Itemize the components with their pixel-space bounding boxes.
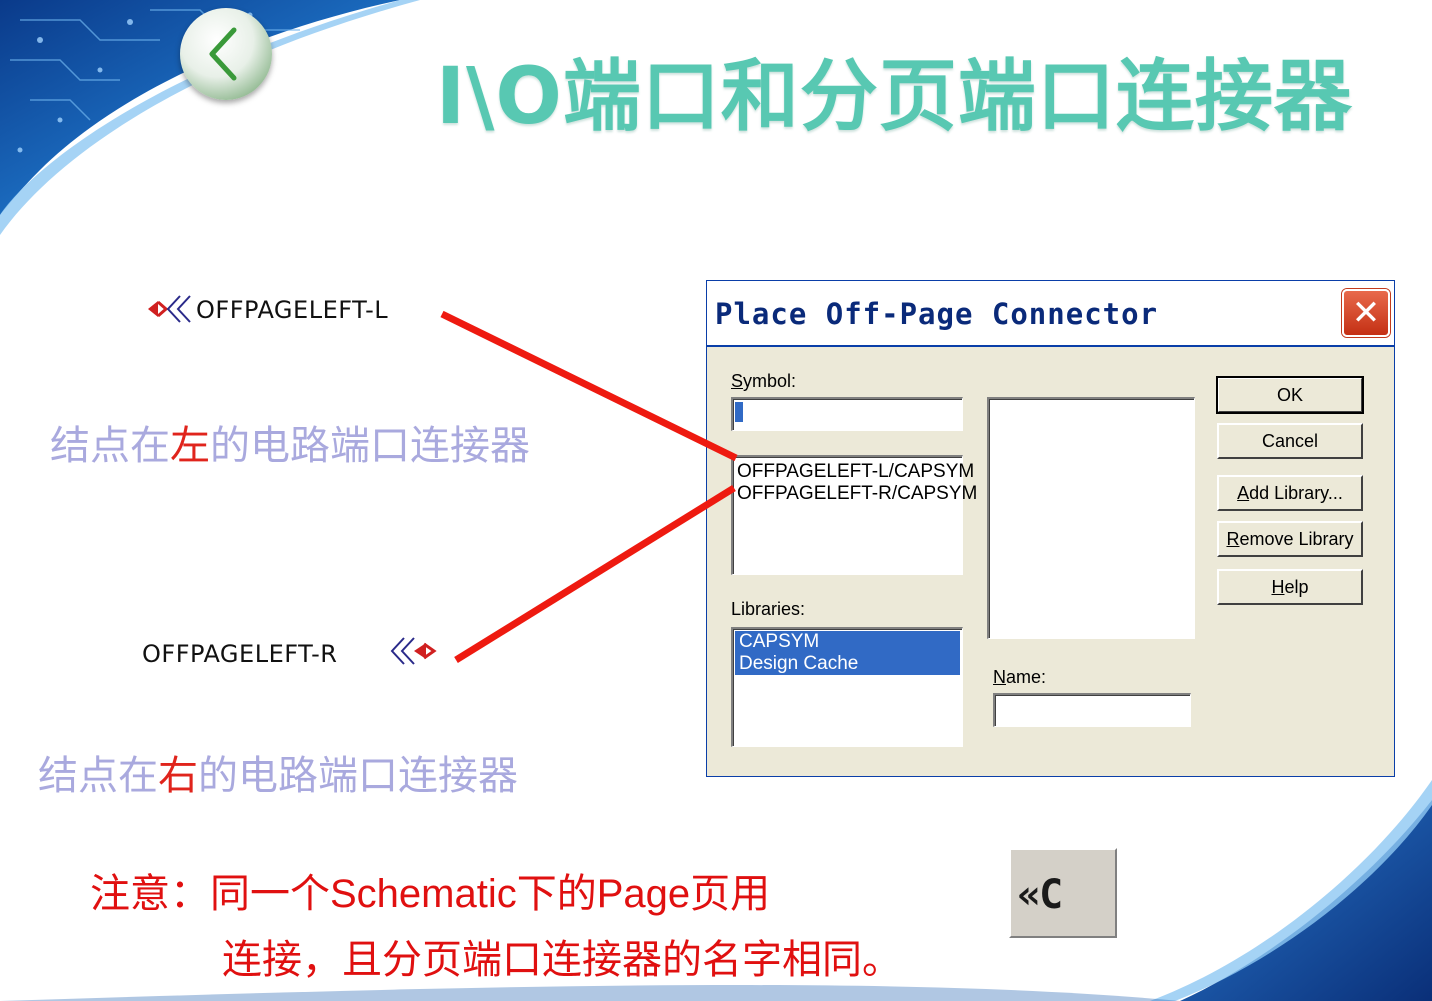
- dialog-body: Symbol: OFFPAGELEFT-L/CAPSYM OFFPAGELEFT…: [707, 345, 1394, 776]
- symbol-input[interactable]: [731, 397, 963, 431]
- cancel-button[interactable]: Cancel: [1217, 423, 1363, 459]
- desc-highlight: 左: [170, 423, 210, 469]
- offpage-connector-right-icon: [390, 637, 437, 665]
- offpage-connector-left-icon: [148, 295, 191, 323]
- text-cursor: [735, 402, 743, 422]
- libraries-label: Libraries:: [731, 599, 806, 619]
- desc-suffix: 的电路端口连接器: [198, 753, 518, 799]
- name-input[interactable]: [993, 693, 1191, 727]
- help-button[interactable]: Help: [1217, 569, 1363, 605]
- dialog-title: Place Off-Page Connector: [715, 297, 1159, 331]
- symbol-list[interactable]: OFFPAGELEFT-L/CAPSYM OFFPAGELEFT-R/CAPSY…: [731, 455, 977, 575]
- note-text: Page: [596, 872, 691, 916]
- library-list-item[interactable]: Design Cache: [735, 653, 960, 675]
- symbol-list-item[interactable]: OFFPAGELEFT-R/CAPSYM: [733, 483, 977, 505]
- dialog-title-bar[interactable]: Place Off-Page Connector ✕: [707, 281, 1394, 345]
- symbol-list-item[interactable]: OFFPAGELEFT-L/CAPSYM: [733, 461, 974, 483]
- note-line-2: 连接，且分页端口连接器的名字相同。: [222, 937, 902, 983]
- back-button[interactable]: [180, 8, 272, 100]
- right-connector-description: 结点在右的电路端口连接器: [38, 756, 518, 796]
- symbol-label: Symbol:: [731, 371, 797, 391]
- desc-suffix: 的电路端口连接器: [210, 423, 530, 469]
- place-offpage-connector-icon: «C: [1017, 872, 1063, 918]
- note-text: 页用: [690, 871, 771, 917]
- desc-highlight: 右: [158, 753, 198, 799]
- add-library-button[interactable]: Add Library...: [1217, 475, 1363, 511]
- library-list-item[interactable]: CAPSYM: [735, 631, 960, 653]
- note-line-1: 注意：同一个Schematic下的Page页用: [90, 874, 770, 914]
- name-label: Name:: [993, 667, 1047, 687]
- note-text: 注意：同一个: [90, 871, 330, 917]
- offpage-left-label: OFFPAGELEFT-L: [196, 296, 389, 324]
- page-title: I\O端口和分页端口连接器: [436, 52, 1353, 142]
- symbol-preview: [987, 397, 1195, 639]
- close-icon: ✕: [1351, 293, 1381, 333]
- note-text: Schematic: [330, 872, 517, 916]
- chevron-left-icon: [209, 27, 237, 81]
- offpage-right-label: OFFPAGELEFT-R: [142, 640, 338, 668]
- libraries-list[interactable]: CAPSYM Design Cache: [731, 627, 963, 747]
- note-text: 下的: [516, 871, 597, 917]
- ok-button[interactable]: OK: [1216, 376, 1364, 414]
- close-button[interactable]: ✕: [1342, 289, 1390, 337]
- desc-prefix: 结点在: [38, 753, 158, 799]
- desc-prefix: 结点在: [50, 423, 170, 469]
- remove-library-button[interactable]: Remove Library: [1217, 521, 1363, 557]
- left-connector-description: 结点在左的电路端口连接器: [50, 426, 530, 466]
- place-offpage-connector-dialog: Place Off-Page Connector ✕ Symbol: OFFPA…: [706, 280, 1395, 777]
- place-offpage-connector-toolbar-button[interactable]: «C: [1009, 848, 1117, 938]
